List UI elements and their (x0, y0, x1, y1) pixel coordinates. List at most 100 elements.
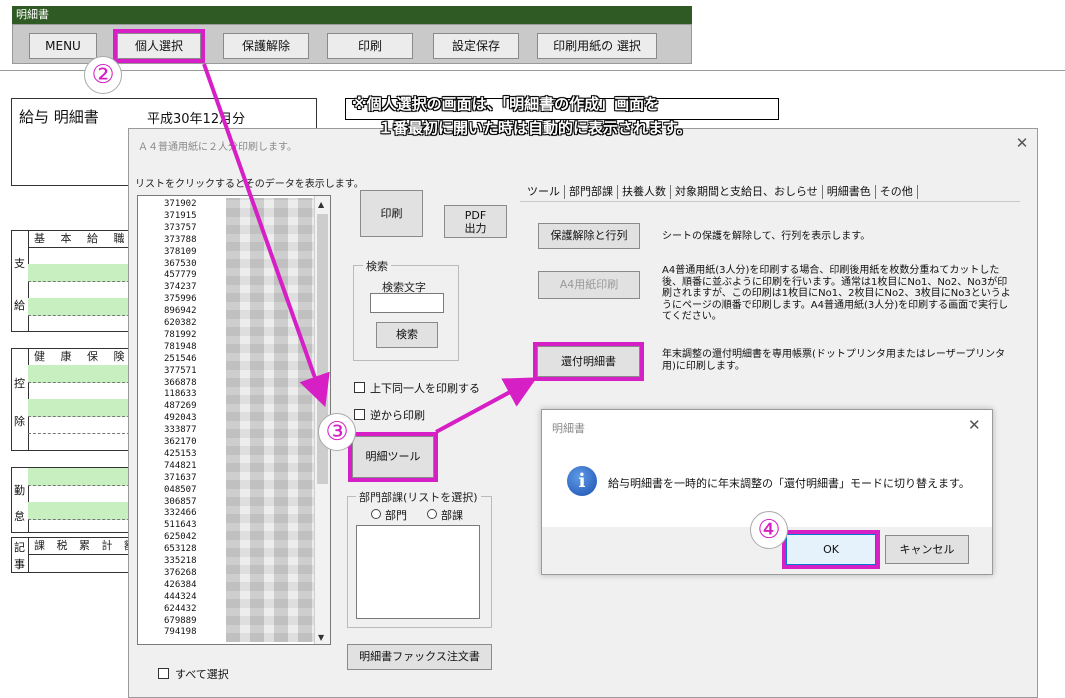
save-settings-button[interactable]: 設定保存 (433, 33, 519, 59)
dialog-print-button[interactable]: 印刷 (360, 190, 423, 237)
fax-order-button[interactable]: 明細書ファックス注文書 (347, 644, 492, 670)
list-item[interactable]: 625042 (164, 532, 197, 543)
pdf-output-button[interactable]: PDF 出力 (444, 205, 507, 238)
list-item[interactable]: 375996 (164, 294, 197, 305)
step4-marker: ④ (750, 511, 788, 549)
confirm-message: 給与明細書を一時的に年末調整の「還付明細書」モードに切り替えます。 (608, 477, 970, 490)
list-item[interactable]: 373788 (164, 235, 197, 246)
scroll-up-icon[interactable]: ▲ (318, 200, 324, 209)
radio-section-label: 部課 (441, 509, 463, 522)
list-item[interactable]: 425153 (164, 449, 197, 460)
cancel-button[interactable]: キャンセル (885, 535, 969, 564)
list-item[interactable]: 511643 (164, 520, 197, 531)
meisai-tool-button[interactable]: 明細ツール (348, 432, 438, 482)
list-item[interactable]: 896942 (164, 306, 197, 317)
section-side-label: 記 (14, 541, 25, 554)
list-item[interactable]: 781992 (164, 330, 197, 341)
a4-print-button[interactable]: A4用紙印刷 (538, 271, 640, 299)
dialog-title: Ａ４普通用紙に２人分印刷します。 (138, 142, 297, 153)
list-item[interactable]: 251546 (164, 354, 197, 365)
dialog-close-icon[interactable]: ✕ (1014, 135, 1030, 151)
tab-color[interactable]: 明細書色 (824, 183, 874, 201)
ok-button[interactable]: OK (782, 530, 880, 569)
list-item[interactable]: 371902 (164, 199, 197, 210)
list-item[interactable]: 367530 (164, 259, 197, 270)
reverse-print-checkbox[interactable] (354, 409, 365, 420)
list-item[interactable]: 376268 (164, 568, 197, 579)
list-item[interactable]: 457779 (164, 270, 197, 281)
notes-section: 記 事 課 税 累 計 額 税 (11, 537, 131, 573)
radio-section[interactable] (427, 509, 437, 519)
print-button[interactable]: 印刷 (327, 33, 413, 59)
confirm-dialog-title: 明細書 (552, 422, 585, 435)
blurred-names (226, 198, 322, 642)
payslip-title: 給与 明細書 (19, 108, 99, 126)
annotation-note: ※個人選択の画面は、「明細書の作成」画面を １番最初に開いた時は自動的に表示され… (352, 92, 692, 140)
list-item[interactable]: 371637 (164, 473, 197, 484)
payment-section: 支 給 基 本 給 職 (11, 230, 131, 332)
radio-dept[interactable] (371, 509, 381, 519)
list-caption: リストをクリックするとそのデータを表示します。 (135, 179, 364, 190)
same-person-checkbox[interactable] (354, 382, 365, 393)
list-item[interactable]: 487269 (164, 401, 197, 412)
list-item[interactable]: 620382 (164, 318, 197, 329)
list-item[interactable]: 306857 (164, 497, 197, 508)
list-item[interactable]: 426384 (164, 580, 197, 591)
section-side-label: 勤 (14, 484, 25, 497)
paper-select-button[interactable]: 印刷用紙の 選択 (537, 33, 657, 59)
list-item[interactable]: 374237 (164, 282, 197, 293)
menu-button[interactable]: MENU (29, 33, 97, 59)
list-item[interactable]: 371915 (164, 211, 197, 222)
dept-listbox[interactable] (356, 525, 480, 619)
list-item[interactable]: 366878 (164, 378, 197, 389)
note-line-2: １番最初に開いた時は自動的に表示されます。 (378, 119, 692, 137)
dept-group-label: 部門部課(リストを選択) (356, 489, 481, 505)
list-item[interactable]: 679889 (164, 616, 197, 627)
radio-dept-label: 部門 (385, 509, 407, 522)
confirm-close-icon[interactable]: ✕ (968, 416, 981, 434)
list-item[interactable]: 335218 (164, 556, 197, 567)
list-item[interactable]: 653128 (164, 544, 197, 555)
select-all-label: すべて選択 (175, 668, 229, 681)
unprotect-rows-button[interactable]: 保護解除と行列 (538, 223, 640, 249)
scroll-down-icon[interactable]: ▼ (318, 633, 324, 642)
tab-period[interactable]: 対象期間と支給日、おしらせ (672, 183, 821, 201)
tab-dept[interactable]: 部門部課 (566, 183, 616, 201)
refund-slip-desc: 年末調整の還付明細書を専用帳票(ドットプリンタ用またはレーザープリンタ用)に印刷… (662, 349, 1006, 372)
list-item[interactable]: 362170 (164, 437, 197, 448)
employee-listbox[interactable]: 371902 371915 373757 373788 378109 367530 4577… (137, 195, 331, 645)
unprotect-rows-desc: シートの保護を解除して、行列を表示します。 (662, 231, 871, 242)
list-item[interactable]: 378109 (164, 247, 197, 258)
refund-slip-button[interactable]: 還付明細書 (533, 342, 644, 381)
section-side-label: 給 (14, 299, 25, 312)
select-all-checkbox[interactable] (158, 668, 169, 679)
reverse-print-label: 逆から印刷 (370, 409, 425, 422)
list-item[interactable]: 744821 (164, 461, 197, 472)
info-icon: i (567, 466, 597, 496)
list-item[interactable]: 781948 (164, 342, 197, 353)
toolbar: MENU 個人選択 保護解除 印刷 設定保存 印刷用紙の 選択 (12, 24, 692, 64)
list-item[interactable]: 377571 (164, 366, 197, 377)
tab-dependents[interactable]: 扶養人数 (619, 183, 669, 201)
a4-print-desc: A4普通用紙(3人分)を印刷する場合、印刷後用紙を枚数分重ねてカットした後、順番… (662, 265, 1011, 322)
person-select-button[interactable]: 個人選択 (113, 29, 205, 63)
list-item[interactable]: 373757 (164, 223, 197, 234)
list-item[interactable]: 333877 (164, 425, 197, 436)
list-item[interactable]: 048507 (164, 485, 197, 496)
list-item[interactable]: 118633 (164, 389, 197, 400)
list-item[interactable]: 492043 (164, 413, 197, 424)
list-item[interactable]: 444324 (164, 592, 197, 603)
tab-tools[interactable]: ツール (524, 183, 563, 201)
tab-underline (520, 201, 1020, 202)
list-item[interactable]: 332466 (164, 508, 197, 519)
section-side-label: 除 (14, 415, 25, 428)
list-item[interactable]: 624432 (164, 604, 197, 615)
search-button[interactable]: 検索 (376, 322, 438, 348)
search-input[interactable] (370, 293, 444, 313)
unprotect-button[interactable]: 保護解除 (223, 33, 309, 59)
list-item[interactable]: 794198 (164, 627, 197, 638)
tab-other[interactable]: その他 (877, 183, 916, 201)
tab-strip: ツール 部門部課 扶養人数 対象期間と支給日、おしらせ 明細書色 その他 (524, 183, 919, 201)
section-side-label: 事 (14, 558, 25, 571)
window-titlebar: 明細書 (12, 6, 692, 24)
